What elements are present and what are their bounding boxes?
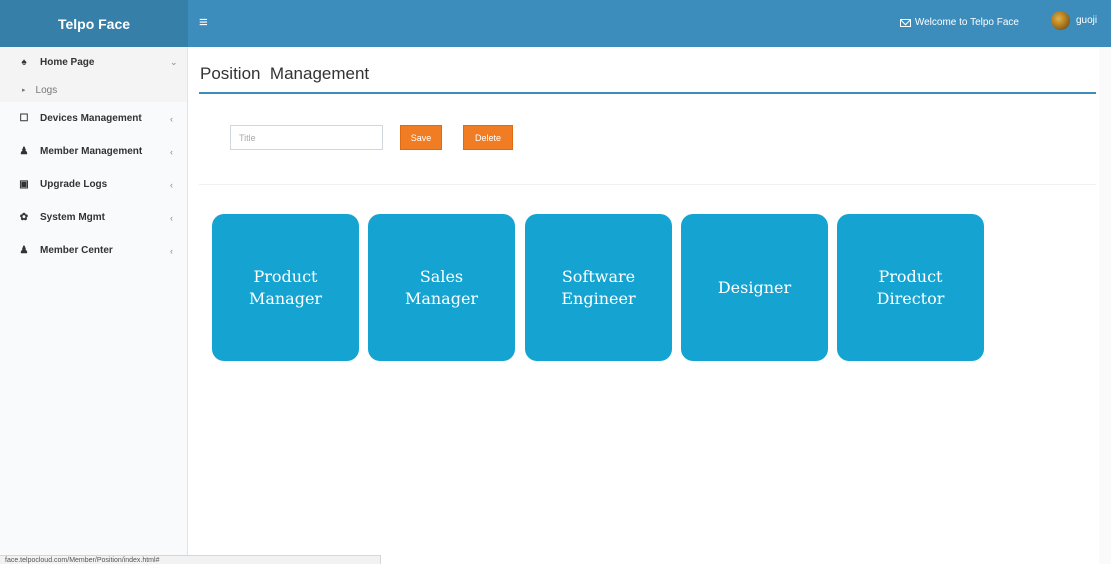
chevron-left-icon: ‹ bbox=[170, 113, 173, 124]
sidebar-item-label: Member Management bbox=[40, 146, 143, 157]
avatar[interactable] bbox=[1051, 11, 1070, 30]
user-icon: ♟ bbox=[19, 245, 29, 256]
chevron-down-icon: ⌄ bbox=[170, 57, 178, 67]
hamburger-icon[interactable]: ≡ bbox=[199, 15, 208, 31]
page-title: Position Management bbox=[200, 64, 370, 83]
top-navbar: Telpo Face ≡ Welcome to Telpo Face guoji bbox=[0, 0, 1111, 47]
sidebar-item-label: Upgrade Logs bbox=[40, 179, 108, 190]
sidebar-subitem-logs[interactable]: ▸ Logs bbox=[0, 78, 187, 102]
caret-right-icon: ▸ bbox=[22, 87, 26, 94]
sidebar-item-devices-management[interactable]: ☐ Devices Management ‹ bbox=[0, 102, 187, 135]
position-tile-product-director[interactable]: Product Director bbox=[837, 214, 984, 361]
sidebar-item-member-center[interactable]: ♟ Member Center ‹ bbox=[0, 234, 187, 267]
brand-logo[interactable]: Telpo Face bbox=[0, 0, 188, 47]
envelope-icon bbox=[899, 19, 911, 27]
home-icon: ♠ bbox=[21, 57, 27, 68]
sidebar-subitem-label: Logs bbox=[35, 84, 58, 96]
position-tile-software-engineer[interactable]: Software Engineer bbox=[525, 214, 672, 361]
position-tile-designer[interactable]: Designer bbox=[681, 214, 828, 361]
sidebar-item-member-management[interactable]: ♟ Member Management ‹ bbox=[0, 135, 187, 168]
status-bar-url: face.telpocloud.com/Member/Position/inde… bbox=[0, 555, 381, 564]
save-button[interactable]: Save bbox=[400, 125, 442, 150]
sidebar-item-system-mgmt[interactable]: ✿ System Mgmt ‹ bbox=[0, 201, 187, 234]
delete-button[interactable]: Delete bbox=[463, 125, 513, 150]
position-tile-sales-manager[interactable]: Sales Manager bbox=[368, 214, 515, 361]
user-icon: ♟ bbox=[19, 146, 29, 157]
username[interactable]: guoji bbox=[1076, 15, 1097, 26]
chevron-left-icon: ‹ bbox=[170, 179, 173, 190]
user-menu[interactable]: guoji bbox=[1051, 11, 1111, 30]
sidebar-item-label: Member Center bbox=[40, 245, 113, 256]
welcome-text: Welcome to Telpo Face bbox=[914, 17, 1019, 28]
device-icon: ☐ bbox=[19, 113, 29, 124]
chevron-left-icon: ‹ bbox=[170, 212, 173, 223]
sidebar-item-label: System Mgmt bbox=[40, 212, 106, 223]
sidebar-item-upgrade-logs[interactable]: ▣ Upgrade Logs ‹ bbox=[0, 168, 187, 201]
sidebar-item-label: Devices Management bbox=[40, 113, 142, 124]
sidebar-item-label: Home Page bbox=[40, 57, 95, 68]
file-icon: ▣ bbox=[19, 179, 29, 190]
vertical-scrollbar[interactable] bbox=[1099, 47, 1111, 564]
position-tile-product-manager[interactable]: Product Manager bbox=[212, 214, 359, 361]
welcome-message: Welcome to Telpo Face bbox=[899, 15, 1019, 31]
sidebar: ♠ Home Page ⌄ ▸ Logs ☐ Devices Managemen… bbox=[0, 47, 188, 564]
chevron-left-icon: ‹ bbox=[170, 146, 173, 157]
position-form: Save Delete bbox=[199, 94, 1096, 185]
chevron-left-icon: ‹ bbox=[170, 245, 173, 256]
title-input[interactable] bbox=[230, 125, 383, 150]
sidebar-item-home-page[interactable]: ♠ Home Page ⌄ bbox=[0, 47, 187, 78]
main-content: Position Management Save Delete Product … bbox=[188, 47, 1111, 564]
gear-icon: ✿ bbox=[19, 212, 29, 223]
